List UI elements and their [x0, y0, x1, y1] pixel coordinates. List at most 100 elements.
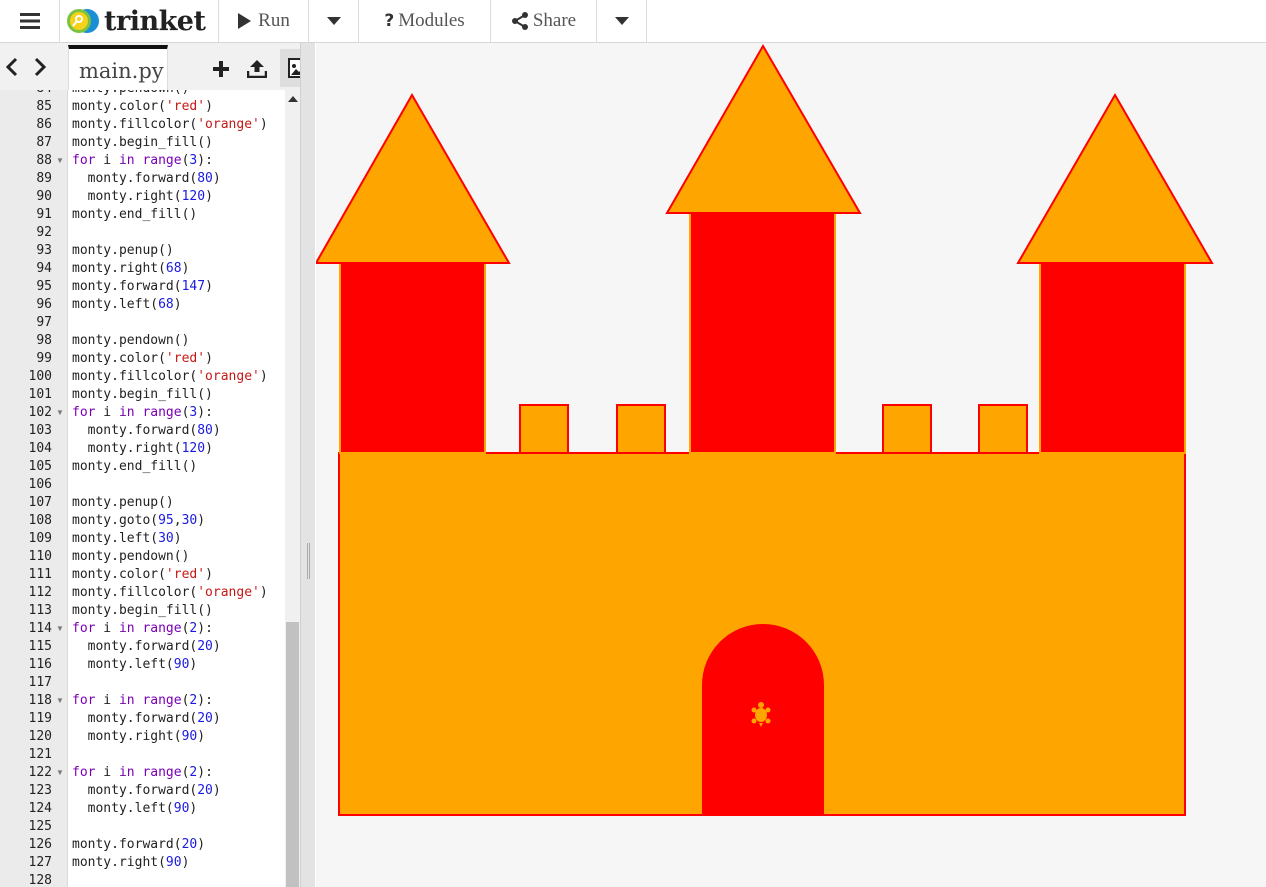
code-line[interactable]: monty.begin_fill() [72, 134, 213, 152]
line-number: 100 [28, 369, 52, 384]
code-editor-panel: main.py 8485 86 87 88 ▼ 89 90 91 92 93 94 95 96 97 [0, 43, 315, 887]
fold-toggle-icon[interactable]: ▼ [56, 692, 64, 710]
line-number: 108 [28, 513, 52, 528]
code-arrows-icon[interactable] [5, 55, 48, 83]
brand-name: trinket [104, 5, 206, 37]
editor-scrollbar[interactable] [285, 90, 300, 887]
code-line[interactable]: for i in range(2): [72, 692, 213, 710]
add-file-button[interactable] [208, 55, 234, 83]
scrollbar-thumb[interactable] [286, 622, 299, 887]
line-number: 125 [28, 819, 52, 834]
line-number: 93 [36, 243, 52, 258]
panel-splitter[interactable] [300, 43, 315, 887]
code-line[interactable]: monty.pendown() [72, 90, 189, 98]
code-line[interactable]: monty.right(90) [72, 854, 189, 872]
code-line[interactable]: monty.pendown() [72, 332, 189, 350]
share-dropdown-button[interactable] [597, 0, 647, 42]
right-tower-roof [1016, 93, 1214, 264]
right-tower [1039, 262, 1186, 454]
code-line[interactable]: monty.left(90) [72, 656, 198, 674]
code-line[interactable]: monty.color('red') [72, 566, 213, 584]
code-line[interactable]: monty.forward(20) [72, 836, 205, 854]
code-area[interactable]: monty.pendown()monty.color('red')monty.f… [68, 90, 285, 887]
trinket-logo[interactable]: trinket [60, 0, 218, 42]
code-line[interactable]: monty.right(120) [72, 440, 213, 458]
battlement-1 [519, 404, 569, 454]
code-line[interactable]: for i in range(3): [72, 152, 213, 170]
code-line[interactable]: monty.penup() [72, 494, 174, 512]
fold-toggle-icon[interactable]: ▼ [56, 152, 64, 170]
code-line[interactable]: monty.end_fill() [72, 206, 197, 224]
code-line[interactable]: monty.goto(95,30) [72, 512, 205, 530]
file-tabs-bar: main.py [0, 43, 314, 90]
line-number: 110 [28, 549, 52, 564]
line-number: 90 [36, 189, 52, 204]
line-number: 113 [28, 603, 52, 618]
code-line[interactable]: monty.right(68) [72, 260, 189, 278]
line-number: 87 [36, 135, 52, 150]
trinket-logo-icon [67, 9, 99, 33]
code-line[interactable]: for i in range(3): [72, 404, 213, 422]
play-icon [238, 13, 252, 29]
scroll-up-arrow-icon[interactable] [288, 96, 298, 102]
code-line[interactable]: monty.pendown() [72, 548, 189, 566]
upload-button[interactable] [244, 55, 270, 83]
line-number: 84 [0, 90, 52, 98]
line-number: 91 [36, 207, 52, 222]
code-line[interactable]: monty.right(120) [72, 188, 213, 206]
line-number: 126 [28, 837, 52, 852]
code-line[interactable]: monty.begin_fill() [72, 386, 213, 404]
fold-toggle-icon[interactable]: ▼ [56, 764, 64, 782]
code-line[interactable]: monty.forward(147) [72, 278, 213, 296]
line-number: 127 [28, 855, 52, 870]
left-tower-roof [316, 92, 511, 264]
line-number: 95 [36, 279, 52, 294]
code-line[interactable]: monty.forward(80) [72, 170, 221, 188]
middle-tower [689, 212, 836, 454]
share-button[interactable]: Share [491, 0, 597, 42]
line-number: 97 [36, 315, 52, 330]
splitter-grip-icon[interactable] [307, 543, 310, 579]
code-line[interactable]: for i in range(2): [72, 764, 213, 782]
line-number: 107 [28, 495, 52, 510]
caret-down-icon [326, 17, 341, 25]
fold-toggle-icon[interactable]: ▼ [56, 404, 64, 422]
code-line[interactable]: monty.forward(20) [72, 638, 221, 656]
code-line[interactable]: monty.forward(80) [72, 422, 221, 440]
code-line[interactable]: monty.forward(20) [72, 710, 221, 728]
line-number: 96 [36, 297, 52, 312]
code-line[interactable]: monty.left(90) [72, 800, 198, 818]
code-line[interactable]: monty.right(90) [72, 728, 205, 746]
fold-toggle-icon[interactable]: ▼ [56, 620, 64, 638]
run-button[interactable]: Run [218, 0, 309, 42]
code-line[interactable]: monty.end_fill() [72, 458, 197, 476]
line-number: 120 [28, 729, 52, 744]
line-number: 121 [28, 747, 52, 762]
upload-icon [247, 60, 267, 78]
modules-label: Modules [398, 10, 465, 31]
code-line[interactable]: for i in range(2): [72, 620, 213, 638]
turtle-canvas [316, 44, 1214, 816]
code-line[interactable]: monty.penup() [72, 242, 174, 260]
line-number: 94 [36, 261, 52, 276]
code-line[interactable]: monty.fillcolor('orange') [72, 116, 268, 134]
code-line[interactable]: monty.left(68) [72, 296, 182, 314]
code-line[interactable]: monty.color('red') [72, 350, 213, 368]
battlement-2 [616, 404, 666, 454]
line-number: 85 [36, 99, 52, 114]
code-line[interactable]: monty.forward(20) [72, 782, 221, 800]
top-toolbar: trinket Run ? Modules Share [0, 0, 1266, 43]
code-line[interactable]: monty.begin_fill() [72, 602, 213, 620]
caret-down-icon [614, 17, 629, 25]
menu-button[interactable] [0, 0, 60, 42]
code-line[interactable]: monty.color('red') [72, 98, 213, 116]
run-label: Run [258, 10, 290, 31]
code-line[interactable]: monty.left(30) [72, 530, 182, 548]
tab-main-py[interactable]: main.py [68, 45, 168, 90]
code-line[interactable]: monty.fillcolor('orange') [72, 584, 268, 602]
code-line[interactable]: monty.fillcolor('orange') [72, 368, 268, 386]
run-dropdown-button[interactable] [309, 0, 359, 42]
modules-button[interactable]: ? Modules [359, 0, 491, 42]
line-number: 123 [28, 783, 52, 798]
line-number-gutter: 8485 86 87 88 ▼ 89 90 91 92 93 94 95 96 97 98 99 100 101 1… [0, 90, 68, 887]
